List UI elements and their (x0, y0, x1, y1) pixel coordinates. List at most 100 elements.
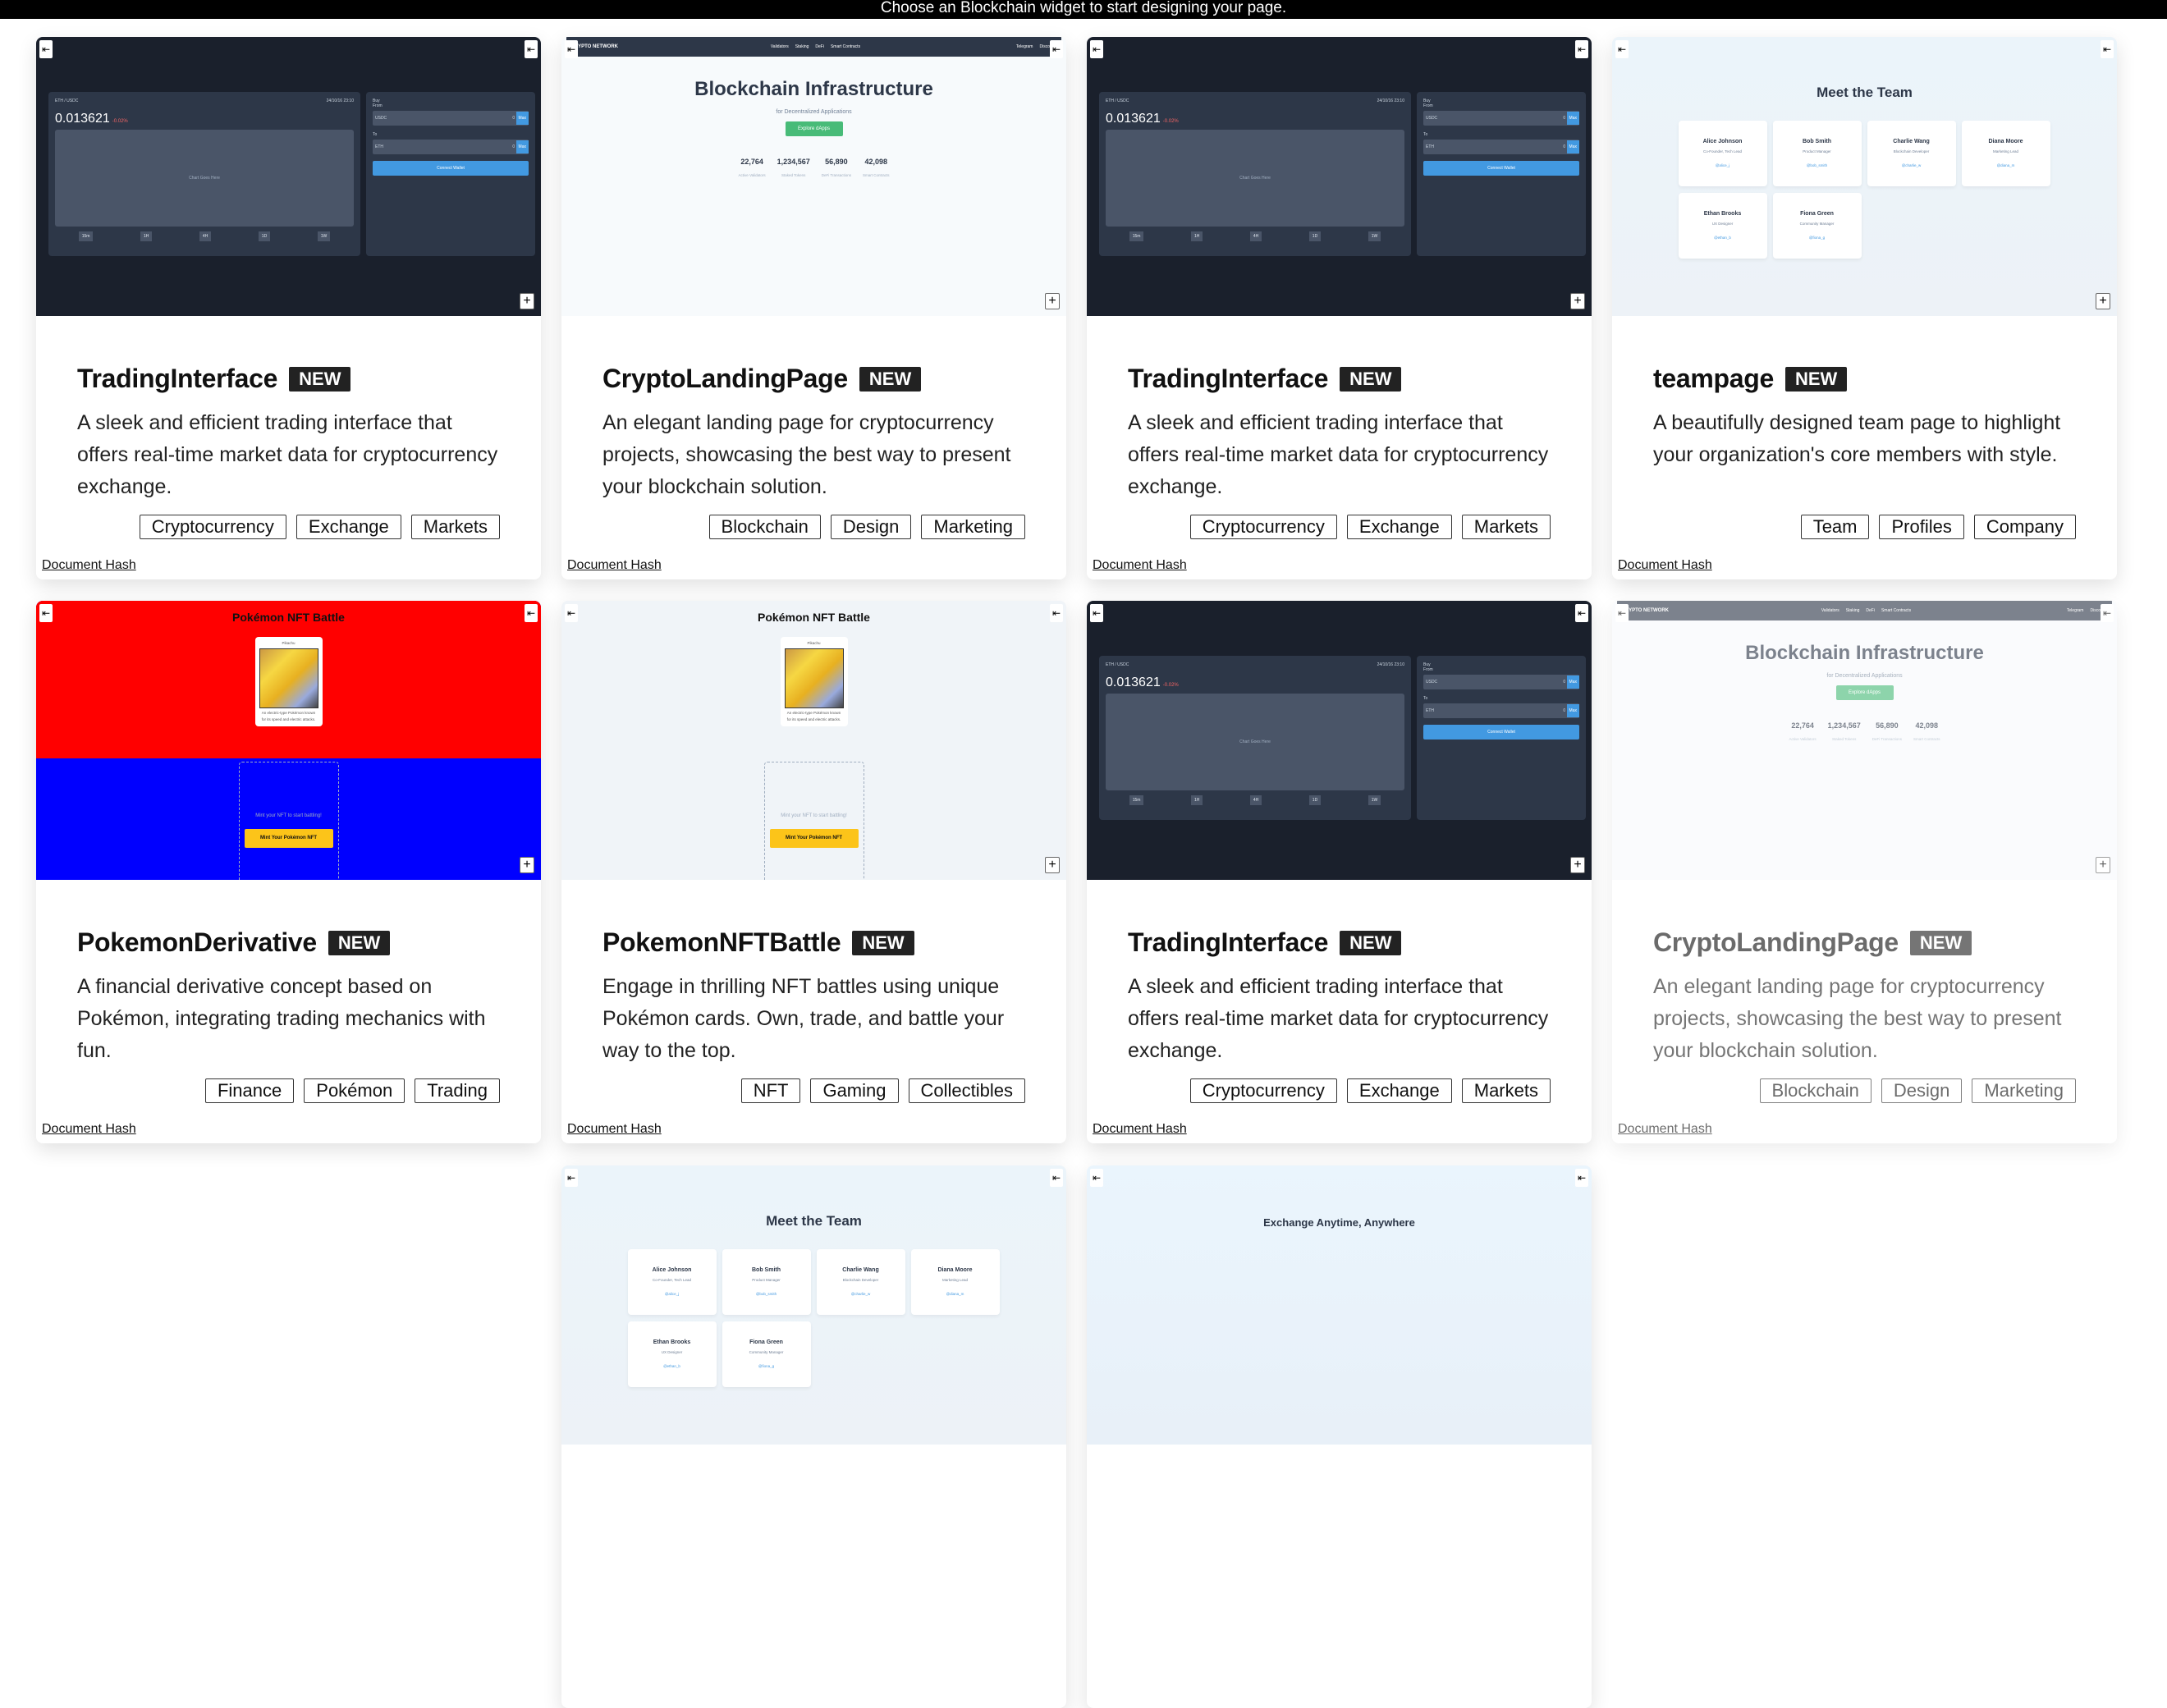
timeframe-button[interactable]: 1H (1190, 231, 1203, 241)
collapse-left-icon[interactable]: ⇤ (1090, 1169, 1103, 1187)
member-handle[interactable]: @fiona_g (1773, 236, 1862, 240)
member-handle[interactable]: @diana_m (1962, 163, 2050, 167)
timeframe-button[interactable]: 4H (199, 231, 212, 241)
timeframe-button[interactable]: 1W (317, 231, 331, 241)
nav-link[interactable]: Smart Contracts (831, 44, 860, 49)
nav-link[interactable]: Staking (795, 44, 809, 49)
add-icon[interactable]: + (1570, 293, 1585, 309)
collapse-right-icon[interactable]: ⇤ (1050, 604, 1063, 622)
nav-link[interactable]: Staking (1846, 608, 1860, 613)
social-link[interactable]: Disco (1039, 44, 1050, 49)
collapse-right-icon[interactable]: ⇤ (2101, 40, 2114, 58)
collapse-right-icon[interactable]: ⇤ (1575, 1169, 1588, 1187)
widget-preview[interactable]: Meet the Team Alice Johnson Co-Founder, Te… (561, 1165, 1066, 1445)
tag[interactable]: Cryptocurrency (139, 515, 286, 539)
timeframe-button[interactable]: 1D (258, 231, 271, 241)
social-link[interactable]: Telegram (2067, 608, 2084, 613)
collapse-right-icon[interactable]: ⇤ (525, 40, 538, 58)
timeframe-button[interactable]: 1D (1308, 795, 1322, 805)
timeframe-button[interactable]: 1H (140, 231, 153, 241)
tag[interactable]: Exchange (1346, 515, 1452, 539)
add-icon[interactable]: + (2096, 857, 2110, 873)
add-icon[interactable]: + (1045, 857, 1060, 873)
widget-card[interactable]: Meet the Team Alice Johnson Co-Founder, Te… (561, 1165, 1066, 1708)
widget-preview[interactable]: ETH / USDC 24/10/16 23:10 0.013621 -0.02% Ch… (1087, 37, 1592, 316)
nav-link[interactable]: Smart Contracts (1881, 608, 1911, 613)
member-handle[interactable]: @charlie_w (1867, 163, 1956, 167)
tag[interactable]: Markets (1461, 515, 1551, 539)
document-hash-link[interactable]: Document Hash (42, 1122, 136, 1137)
collapse-left-icon[interactable]: ⇤ (565, 604, 578, 622)
member-handle[interactable]: @fiona_g (722, 1364, 811, 1368)
collapse-right-icon[interactable]: ⇤ (2101, 604, 2114, 622)
widget-preview[interactable]: Pokémon NFT Battle Pikachu An electric-typ… (561, 601, 1066, 880)
tag[interactable]: Profiles (1879, 515, 1964, 539)
add-icon[interactable]: + (520, 293, 534, 309)
document-hash-link[interactable]: Document Hash (567, 1122, 662, 1137)
widget-card[interactable]: RYPTO NETWORK Validators Staking DeFi Smart … (561, 37, 1066, 579)
tag[interactable]: Gaming (810, 1078, 899, 1103)
document-hash-link[interactable]: Document Hash (1618, 558, 1712, 573)
widget-preview[interactable]: RYPTO NETWORK Validators Staking DeFi Smart … (561, 37, 1066, 316)
tag[interactable]: Markets (1461, 1078, 1551, 1103)
tag[interactable]: Design (1881, 1078, 1963, 1103)
tag[interactable]: Cryptocurrency (1189, 515, 1337, 539)
mint-button[interactable]: Mint Your Pokémon NFT (244, 829, 333, 848)
widget-preview[interactable]: Meet the Team Alice Johnson Co-Founder, Te… (1612, 37, 2117, 316)
document-hash-link[interactable]: Document Hash (1093, 1122, 1187, 1137)
add-icon[interactable]: + (1570, 857, 1585, 873)
nav-link[interactable]: Validators (1821, 608, 1839, 613)
max-button[interactable]: Max (1566, 675, 1579, 689)
collapse-right-icon[interactable]: ⇤ (1575, 40, 1588, 58)
member-handle[interactable]: @charlie_w (817, 1292, 905, 1296)
token-input[interactable]: USDC 0 Max (1423, 111, 1579, 126)
nav-link[interactable]: Validators (771, 44, 789, 49)
member-handle[interactable]: @bob_smith (722, 1292, 811, 1296)
mint-button[interactable]: Mint Your Pokémon NFT (769, 829, 859, 848)
widget-preview[interactable]: ETH / USDC 24/10/16 23:10 0.013621 -0.02% Ch… (36, 37, 541, 316)
timeframe-button[interactable]: 1D (1308, 231, 1322, 241)
social-link[interactable]: Disco (2090, 608, 2101, 613)
tag[interactable]: Blockchain (708, 515, 821, 539)
widget-card[interactable]: ETH / USDC 24/10/16 23:10 0.013621 -0.02% Ch… (36, 37, 541, 579)
token-input[interactable]: ETH 0 Max (1423, 140, 1579, 154)
timeframe-button[interactable]: 1W (1368, 231, 1381, 241)
connect-wallet-button[interactable]: Connect Wallet (373, 161, 529, 176)
timeframe-button[interactable]: 15m (1129, 795, 1144, 805)
collapse-left-icon[interactable]: ⇤ (39, 40, 53, 58)
timeframe-button[interactable]: 15m (78, 231, 94, 241)
document-hash-link[interactable]: Document Hash (1093, 558, 1187, 573)
timeframe-button[interactable]: 1W (1368, 795, 1381, 805)
collapse-left-icon[interactable]: ⇤ (1090, 40, 1103, 58)
tag[interactable]: Company (1973, 515, 2076, 539)
token-input[interactable]: USDC 0 Max (373, 111, 529, 126)
collapse-left-icon[interactable]: ⇤ (1090, 604, 1103, 622)
token-input[interactable]: ETH 0 Max (373, 140, 529, 154)
tag[interactable]: Trading (415, 1078, 500, 1103)
timeframe-button[interactable]: 15m (1129, 231, 1144, 241)
widget-preview[interactable]: Pokémon NFT Battle Pikachu An electric-typ… (36, 601, 541, 880)
widget-preview[interactable]: Exchange Anytime, Anywhere ⇤ ⇤ (1087, 1165, 1592, 1445)
widget-preview[interactable]: RYPTO NETWORK Validators Staking DeFi Smart … (1612, 601, 2117, 880)
add-icon[interactable]: + (1045, 293, 1060, 309)
tag[interactable]: Team (1800, 515, 1870, 539)
collapse-right-icon[interactable]: ⇤ (525, 604, 538, 622)
tag[interactable]: Collectibles (908, 1078, 1025, 1103)
tag[interactable]: Marketing (921, 515, 1025, 539)
member-handle[interactable]: @diana_m (911, 1292, 1000, 1296)
tag[interactable]: Finance (204, 1078, 295, 1103)
widget-card[interactable]: Exchange Anytime, Anywhere ⇤ ⇤ (1087, 1165, 1592, 1708)
document-hash-link[interactable]: Document Hash (567, 558, 662, 573)
explore-button[interactable]: Explore dApps (785, 121, 843, 136)
max-button[interactable]: Max (515, 140, 529, 153)
timeframe-button[interactable]: 1H (1190, 795, 1203, 805)
member-handle[interactable]: @alice_j (1679, 163, 1767, 167)
widget-preview[interactable]: ETH / USDC 24/10/16 23:10 0.013621 -0.02% Ch… (1087, 601, 1592, 880)
tag[interactable]: Pokémon (304, 1078, 405, 1103)
social-link[interactable]: Telegram (1016, 44, 1033, 49)
nav-link[interactable]: DeFi (815, 44, 824, 49)
token-input[interactable]: USDC 0 Max (1423, 675, 1579, 689)
widget-card[interactable]: Pokémon NFT Battle Pikachu An electric-typ… (561, 601, 1066, 1143)
collapse-left-icon[interactable]: ⇤ (39, 604, 53, 622)
tag[interactable]: Design (830, 515, 912, 539)
